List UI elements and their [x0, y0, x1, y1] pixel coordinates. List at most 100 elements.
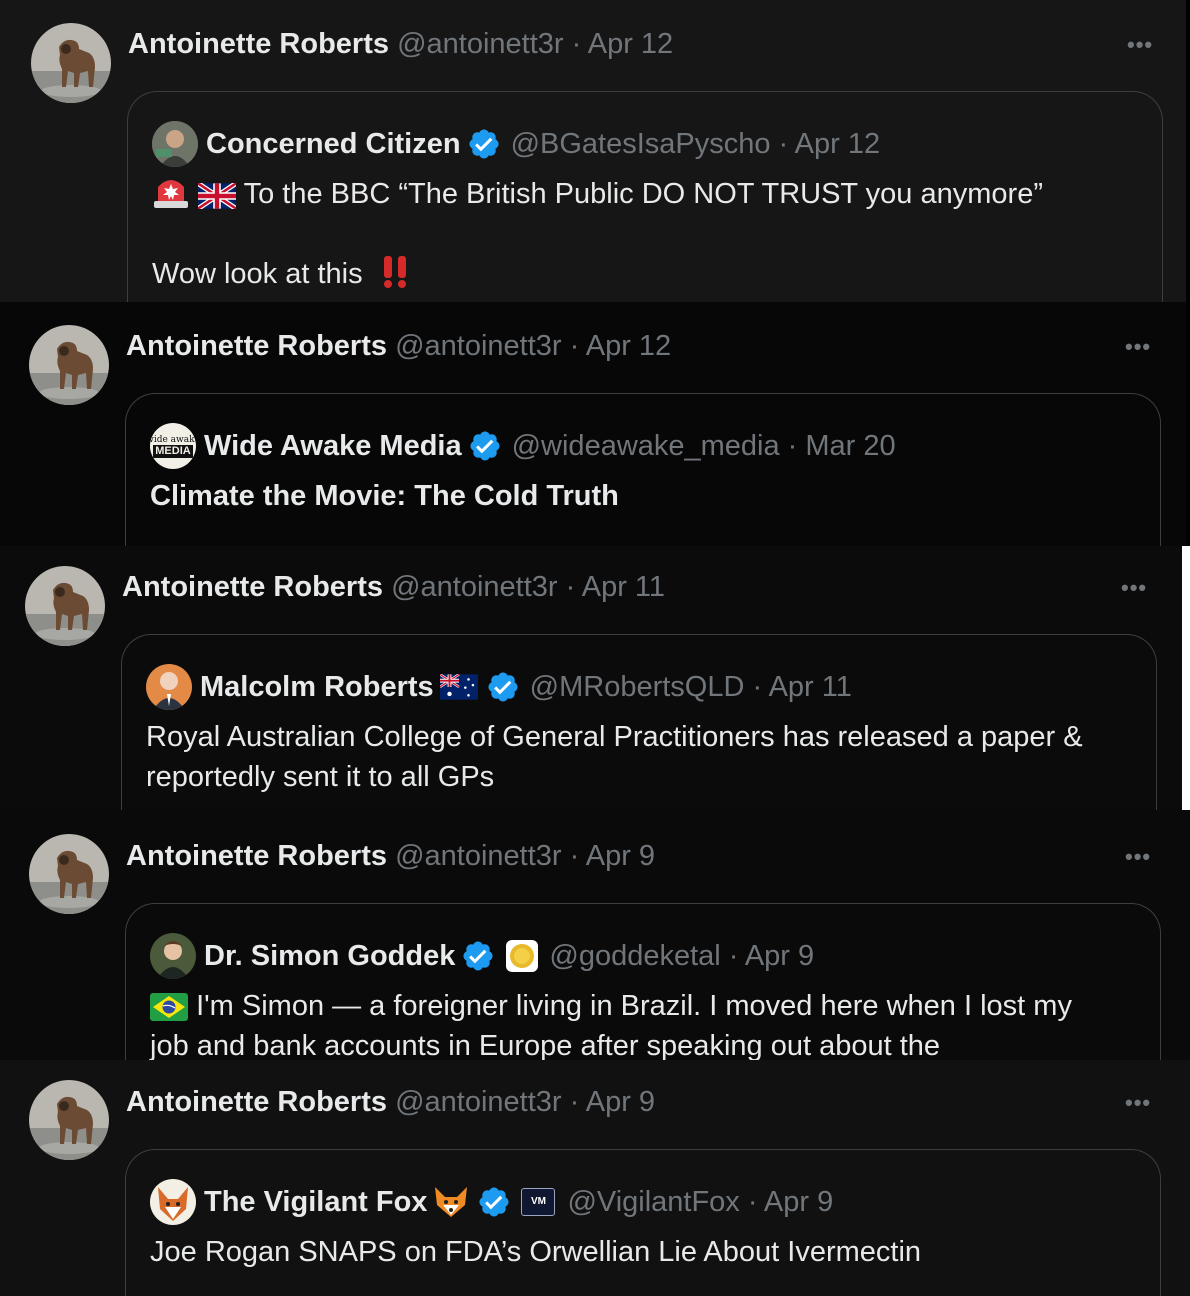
- quoted-header: Concerned Citizen @BGatesIsaPyscho · Apr…: [152, 121, 881, 167]
- quoted-author-name[interactable]: Concerned Citizen: [206, 128, 461, 161]
- quoted-avatar[interactable]: [146, 664, 192, 710]
- tweet-date[interactable]: · Apr 12: [570, 330, 672, 362]
- quoted-date[interactable]: · Apr 9: [729, 940, 814, 973]
- more-options-icon[interactable]: •••: [1125, 334, 1151, 360]
- quoted-text-line: Wow look at this: [152, 258, 363, 290]
- australia-flag-icon: [439, 674, 478, 700]
- person-avatar-icon: [152, 121, 198, 167]
- window-edge: [1182, 546, 1190, 810]
- more-options-icon[interactable]: •••: [1125, 844, 1151, 870]
- quoted-tweet[interactable]: The Vigilant Fox VM @VigilantFox · Apr 9…: [125, 1149, 1161, 1296]
- quoted-author-handle[interactable]: @goddeketal: [549, 940, 720, 973]
- author-avatar[interactable]: [31, 23, 111, 103]
- brazil-flag-icon: [150, 993, 188, 1021]
- quoted-avatar[interactable]: [152, 121, 198, 167]
- author-name[interactable]: Antoinette Roberts: [126, 1086, 387, 1118]
- quoted-author-name[interactable]: The Vigilant Fox: [204, 1186, 427, 1219]
- quoted-header: Malcolm Roberts @MRobertsQLD · Apr 11: [146, 664, 852, 710]
- tweet-date[interactable]: · Apr 11: [566, 571, 665, 603]
- tweet-header: Antoinette Roberts @antoinett3r · Apr 9: [126, 838, 655, 874]
- quoted-author-name[interactable]: Dr. Simon Goddek: [204, 940, 455, 973]
- quoted-tweet[interactable]: Concerned Citizen @BGatesIsaPyscho · Apr…: [127, 91, 1163, 302]
- quoted-date[interactable]: · Apr 11: [752, 671, 851, 704]
- quoted-author-handle[interactable]: @wideawake_media: [512, 430, 780, 463]
- quoted-text-second: Wow look at this: [152, 254, 1138, 294]
- verified-icon: [486, 670, 520, 704]
- quoted-author-name[interactable]: Wide Awake Media: [204, 430, 462, 463]
- more-options-icon[interactable]: •••: [1127, 32, 1153, 58]
- quoted-text-line: I'm Simon — a foreigner living in Brazil…: [196, 990, 1072, 1022]
- dog-avatar-image: [29, 834, 109, 914]
- quoted-avatar[interactable]: wide awake MEDIA: [150, 423, 196, 469]
- verified-icon: [461, 939, 495, 973]
- quoted-date[interactable]: · Apr 12: [779, 128, 881, 161]
- quoted-avatar[interactable]: [150, 1179, 196, 1225]
- quoted-header: The Vigilant Fox VM @VigilantFox · Apr 9: [150, 1179, 833, 1225]
- quoted-author-name[interactable]: Malcolm Roberts: [200, 671, 434, 704]
- quoted-author-handle[interactable]: @BGatesIsaPyscho: [511, 128, 771, 161]
- tweet-card[interactable]: Antoinette Roberts @antoinett3r · Apr 12…: [0, 302, 1186, 546]
- quoted-header: wide awake MEDIA Wide Awake Media @widea…: [150, 423, 896, 469]
- tweet-header: Antoinette Roberts @antoinett3r · Apr 12: [126, 328, 671, 364]
- more-options-icon[interactable]: •••: [1121, 575, 1147, 601]
- tweet-date[interactable]: · Apr 9: [570, 1086, 655, 1118]
- author-name[interactable]: Antoinette Roberts: [126, 330, 387, 362]
- person-avatar-icon: [146, 664, 192, 710]
- author-handle[interactable]: @antoinett3r: [395, 840, 561, 872]
- dog-avatar-image: [25, 566, 105, 646]
- quoted-text: Royal Australian College of General Prac…: [146, 717, 1132, 797]
- tweet-card[interactable]: Antoinette Roberts @antoinett3r · Apr 9 …: [0, 810, 1190, 1060]
- quoted-tweet[interactable]: wide awake MEDIA Wide Awake Media @widea…: [125, 393, 1161, 546]
- author-avatar[interactable]: [29, 325, 109, 405]
- affiliate-badge-icon: VM: [521, 1188, 556, 1216]
- author-handle[interactable]: @antoinett3r: [391, 571, 557, 603]
- tweet-header: Antoinette Roberts @antoinett3r · Apr 12: [128, 26, 673, 62]
- author-avatar[interactable]: [25, 566, 105, 646]
- fox-emoji-icon: [435, 1187, 468, 1217]
- verified-icon: [477, 1185, 511, 1219]
- tweet-header: Antoinette Roberts @antoinett3r · Apr 11: [122, 569, 665, 605]
- tweet-card[interactable]: Antoinette Roberts @antoinett3r · Apr 12…: [0, 0, 1186, 302]
- quoted-author-handle[interactable]: @VigilantFox: [567, 1186, 739, 1219]
- feed: Antoinette Roberts @antoinett3r · Apr 12…: [0, 0, 1190, 1296]
- avatar-text-top: wide awake: [150, 434, 196, 445]
- author-handle[interactable]: @antoinett3r: [397, 28, 563, 60]
- dog-avatar-image: [31, 23, 111, 103]
- dog-avatar-image: [29, 325, 109, 405]
- quoted-header: Dr. Simon Goddek @goddeketal · Apr 9: [150, 933, 814, 979]
- author-handle[interactable]: @antoinett3r: [395, 1086, 561, 1118]
- more-options-icon[interactable]: •••: [1125, 1090, 1151, 1116]
- quoted-text-line: job and bank accounts in Europe after sp…: [150, 1030, 941, 1060]
- tweet-header: Antoinette Roberts @antoinett3r · Apr 9: [126, 1084, 655, 1120]
- quoted-text: Joe Rogan SNAPS on FDA’s Orwellian Lie A…: [150, 1232, 1136, 1272]
- quoted-date[interactable]: · Apr 9: [748, 1186, 833, 1219]
- quoted-text: To the BBC “The British Public DO NOT TR…: [152, 174, 1138, 214]
- quoted-tweet[interactable]: Dr. Simon Goddek @goddeketal · Apr 9 I'm…: [125, 903, 1161, 1060]
- tweet-card[interactable]: Antoinette Roberts @antoinett3r · Apr 9 …: [0, 1060, 1190, 1296]
- quoted-text-line: Climate the Movie: The Cold Truth: [150, 480, 619, 512]
- tweet-date[interactable]: · Apr 9: [570, 840, 655, 872]
- quoted-text: I'm Simon — a foreigner living in Brazil…: [150, 986, 1136, 1060]
- author-name[interactable]: Antoinette Roberts: [128, 28, 389, 60]
- quoted-date[interactable]: · Mar 20: [788, 430, 896, 463]
- tweet-card[interactable]: Antoinette Roberts @antoinett3r · Apr 11…: [0, 546, 1182, 810]
- author-name[interactable]: Antoinette Roberts: [122, 571, 383, 603]
- quoted-text-line: reportedly sent it to all GPs: [146, 761, 495, 793]
- author-handle[interactable]: @antoinett3r: [395, 330, 561, 362]
- author-avatar[interactable]: [29, 834, 109, 914]
- quoted-avatar[interactable]: [150, 933, 196, 979]
- quoted-text-line: Joe Rogan SNAPS on FDA’s Orwellian Lie A…: [150, 1236, 922, 1268]
- author-name[interactable]: Antoinette Roberts: [126, 840, 387, 872]
- affiliate-badge-text: VM: [530, 1196, 546, 1207]
- tweet-date[interactable]: · Apr 12: [572, 28, 674, 60]
- double-exclamation-icon: [383, 256, 406, 288]
- quoted-tweet[interactable]: Malcolm Roberts @MRobertsQLD · Apr 11 Ro…: [121, 634, 1157, 810]
- author-avatar[interactable]: [29, 1080, 109, 1160]
- quoted-text-line: To the BBC “The British Public DO NOT TR…: [243, 178, 1043, 210]
- quoted-text-line: Royal Australian College of General Prac…: [146, 721, 1083, 753]
- avatar-text-bottom: MEDIA: [153, 444, 193, 458]
- quoted-author-handle[interactable]: @MRobertsQLD: [530, 671, 745, 704]
- dog-avatar-image: [29, 1080, 109, 1160]
- fox-avatar-icon: [150, 1179, 196, 1225]
- person-avatar-icon: [150, 933, 196, 979]
